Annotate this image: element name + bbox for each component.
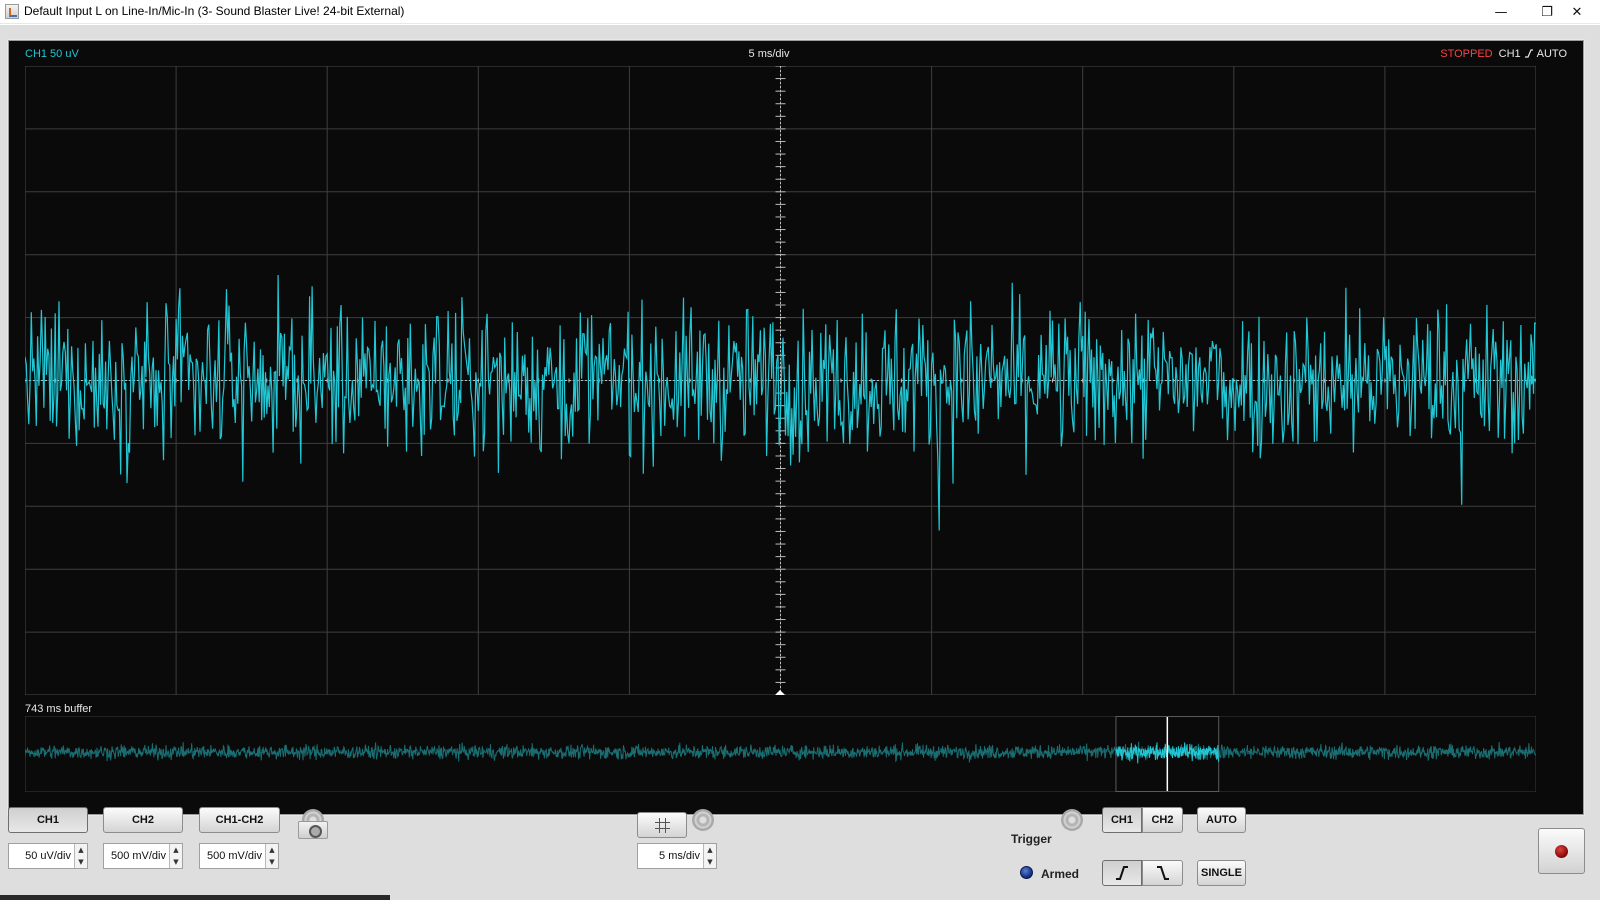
timebase-value: 5 ms/div — [659, 850, 700, 862]
armed-label: Armed — [1041, 867, 1080, 881]
timebase-label: 5 ms/div — [748, 48, 790, 60]
ch1-volts-spinner[interactable]: 50 uV/div ▲ ▼ — [8, 843, 88, 869]
rising-edge-icon — [1116, 866, 1128, 880]
spinner-up-icon[interactable]: ▲ — [170, 844, 182, 856]
falling-edge-button[interactable] — [1142, 860, 1183, 886]
ch2-volts-spinner[interactable]: 500 mV/div ▲ ▼ — [103, 843, 183, 869]
diff-volts-spinner[interactable]: 500 mV/div ▲ ▼ — [199, 843, 279, 869]
spinner-down-icon[interactable]: ▼ — [704, 856, 716, 868]
spinner-up-icon[interactable]: ▲ — [266, 844, 278, 856]
auto-trigger-button[interactable]: AUTO — [1197, 807, 1246, 833]
spinner-down-icon[interactable]: ▼ — [75, 856, 87, 868]
app-body: CH1 50 uV 5 ms/div STOPPED CH1 AUTO 743 ms… — [0, 25, 1600, 900]
spinner-down-icon[interactable]: ▼ — [266, 856, 278, 868]
record-icon — [1555, 845, 1568, 858]
trigger-mode-label: AUTO — [1536, 48, 1567, 60]
ch2-volts-value: 500 mV/div — [110, 850, 166, 862]
trigger-label: Trigger — [1011, 832, 1052, 846]
ch2-button[interactable]: CH2 — [103, 807, 183, 833]
trigger-status: STOPPED CH1 AUTO — [1440, 48, 1567, 60]
spinner-down-icon[interactable]: ▼ — [170, 856, 182, 868]
minimize-button[interactable]: — — [1478, 0, 1524, 24]
camera-icon[interactable] — [298, 821, 328, 839]
waveform-plot[interactable] — [25, 66, 1536, 695]
close-button[interactable]: ✕ — [1554, 0, 1600, 24]
timebase-spinner[interactable]: 5 ms/div ▲ ▼ — [637, 843, 717, 869]
run-state-label: STOPPED — [1440, 48, 1493, 60]
rising-edge-button[interactable] — [1102, 860, 1142, 886]
single-trigger-button[interactable]: SINGLE — [1197, 860, 1246, 886]
gear-icon[interactable] — [692, 808, 714, 832]
ch1-volts-value: 50 uV/div — [25, 850, 71, 862]
armed-led-icon — [1020, 866, 1033, 879]
ch1-button[interactable]: CH1 — [8, 807, 88, 833]
buffer-label: 743 ms buffer — [25, 703, 93, 715]
spinner-up-icon[interactable]: ▲ — [75, 844, 87, 856]
falling-edge-icon — [1156, 866, 1169, 880]
trigger-ch2-button[interactable]: CH2 — [1142, 807, 1183, 833]
diff-volts-value: 500 mV/div — [206, 850, 262, 862]
buffer-overview[interactable] — [25, 716, 1536, 792]
trigger-channel-label: CH1 — [1498, 48, 1521, 60]
title-bar: Default Input L on Line-In/Mic-In (3- So… — [0, 0, 1600, 24]
window-title: Default Input L on Line-In/Mic-In (3- So… — [24, 4, 405, 18]
trigger-ch1-button[interactable]: CH1 — [1102, 807, 1142, 833]
bottom-strip — [0, 895, 390, 900]
gear-icon[interactable] — [1061, 808, 1083, 832]
ch1-scale-label: CH1 50 uV — [25, 48, 79, 60]
rising-edge-icon — [1524, 49, 1533, 58]
spinner-up-icon[interactable]: ▲ — [704, 844, 716, 856]
app-icon — [5, 4, 19, 19]
grid-icon[interactable] — [637, 812, 687, 838]
ch1-ch2-button[interactable]: CH1-CH2 — [199, 807, 280, 833]
oscilloscope-display: CH1 50 uV 5 ms/div STOPPED CH1 AUTO 743 ms… — [8, 40, 1584, 815]
record-button[interactable] — [1538, 828, 1585, 874]
